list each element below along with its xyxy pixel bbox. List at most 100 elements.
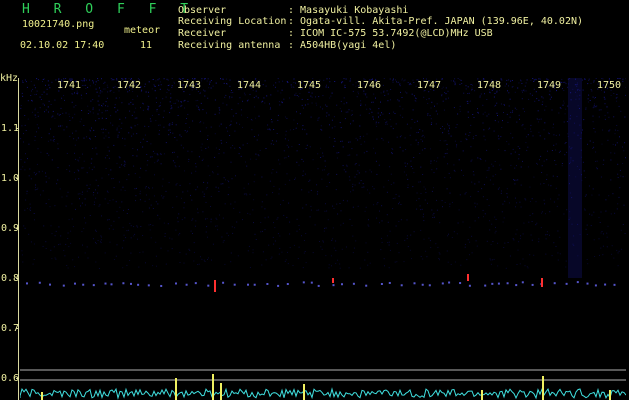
noise-dot — [184, 217, 186, 219]
noise-dot — [595, 78, 597, 79]
noise-dot — [406, 123, 408, 125]
noise-dot — [531, 198, 533, 200]
noise-dot — [307, 103, 309, 105]
noise-dot — [37, 111, 39, 113]
noise-dot — [272, 236, 274, 238]
noise-dot — [524, 265, 526, 267]
noise-dot — [106, 84, 108, 86]
noise-dot — [203, 181, 205, 183]
noise-dot — [469, 132, 471, 134]
signal-layer — [26, 274, 616, 292]
noise-dot — [558, 194, 560, 196]
noise-dot — [189, 93, 191, 95]
noise-dot — [430, 247, 432, 248]
noise-dot — [386, 235, 388, 237]
noise-dot — [319, 106, 321, 108]
noise-dot — [156, 102, 157, 103]
noise-dot — [564, 81, 566, 83]
noise-dot — [105, 101, 107, 103]
noise-dot — [215, 225, 216, 227]
noise-dot — [460, 79, 462, 81]
noise-dot — [522, 258, 524, 260]
noise-dot — [566, 151, 568, 153]
noise-dot — [202, 211, 204, 213]
noise-dot — [127, 209, 129, 210]
noise-dot — [93, 82, 94, 84]
carrier-dot — [515, 284, 518, 287]
noise-dot — [420, 209, 422, 211]
noise-dot — [264, 208, 266, 210]
noise-dot — [81, 85, 83, 86]
noise-dot — [218, 125, 220, 127]
noise-dot — [288, 155, 290, 157]
noise-dot — [158, 84, 160, 86]
noise-dot — [50, 249, 52, 251]
noise-dot — [205, 148, 207, 149]
noise-dot — [257, 97, 259, 99]
noise-dot — [366, 133, 368, 135]
noise-dot — [83, 137, 85, 139]
noise-dot — [349, 79, 351, 81]
noise-dot — [376, 125, 378, 127]
noise-dot — [394, 261, 396, 263]
noise-dot — [267, 128, 269, 130]
noise-dot — [388, 112, 390, 114]
noise-dot — [86, 136, 88, 138]
noise-dot — [455, 146, 457, 148]
noise-dot — [156, 153, 158, 155]
noise-dot — [243, 193, 245, 195]
carrier-dot — [586, 282, 589, 285]
noise-dot — [583, 208, 585, 210]
noise-dot — [535, 91, 537, 93]
noise-dot — [222, 78, 224, 80]
noise-dot — [399, 136, 401, 138]
noise-dot — [124, 163, 126, 165]
noise-dot — [196, 105, 198, 107]
noise-dot — [470, 100, 471, 102]
noise-dot — [360, 180, 362, 181]
noise-dot — [203, 193, 205, 195]
noise-dot — [92, 148, 94, 149]
noise-dot — [585, 228, 587, 230]
noise-dot — [567, 86, 569, 88]
noise-dot — [94, 84, 96, 86]
noise-dot — [306, 144, 308, 146]
noise-dot — [25, 81, 27, 83]
noise-dot — [134, 117, 136, 119]
noise-dot — [386, 123, 388, 125]
noise-dot — [199, 109, 201, 111]
noise-dot — [55, 258, 57, 260]
noise-dot — [113, 144, 115, 146]
noise-dot — [255, 239, 257, 240]
noise-dot — [559, 150, 561, 152]
noise-dot — [449, 192, 451, 194]
noise-dot — [449, 127, 450, 129]
noise-dot — [23, 141, 24, 143]
noise-dot — [422, 258, 424, 260]
noise-dot — [168, 134, 170, 136]
noise-dot — [492, 175, 494, 177]
noise-dot — [500, 168, 502, 170]
noise-dot — [287, 251, 288, 253]
noise-dot — [107, 146, 109, 148]
noise-dot — [459, 110, 461, 112]
noise-dot — [245, 161, 246, 163]
noise-dot — [64, 99, 65, 101]
noise-dot — [207, 78, 209, 80]
noise-dot — [284, 260, 286, 262]
noise-dot — [292, 265, 294, 266]
noise-dot — [421, 149, 423, 151]
noise-dot — [367, 224, 369, 226]
noise-dot — [389, 166, 391, 168]
noise-dot — [31, 90, 32, 92]
noise-dot — [484, 139, 486, 141]
noise-dot — [617, 173, 619, 175]
noise-dot — [558, 112, 560, 114]
noise-dot — [116, 129, 118, 131]
noise-dot — [119, 118, 121, 120]
noise-dot — [492, 259, 493, 261]
noise-dot — [113, 187, 115, 189]
noise-dot — [540, 155, 542, 157]
noise-dot — [105, 135, 107, 137]
noise-dot — [533, 79, 535, 81]
